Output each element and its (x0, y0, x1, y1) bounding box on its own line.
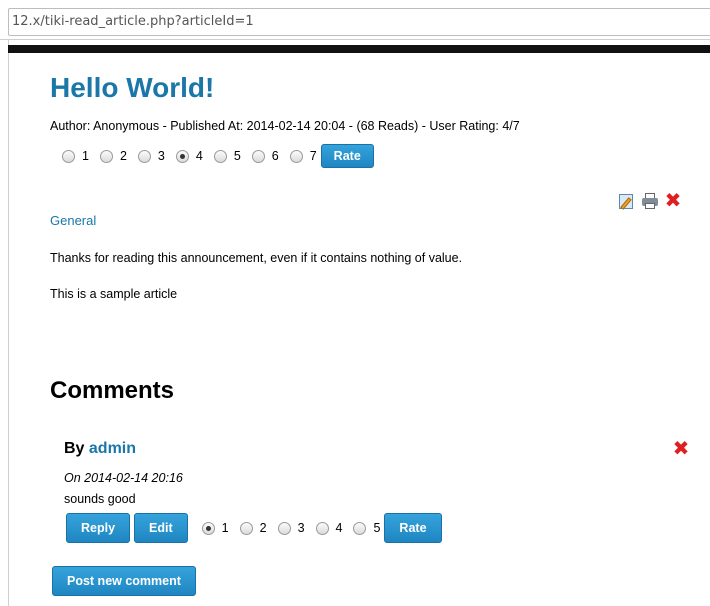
rating-option-7[interactable]: 7 (289, 149, 317, 163)
article-meta: Author: Anonymous - Published At: 2014-0… (50, 119, 520, 133)
radio-button[interactable] (213, 149, 227, 163)
header-bar (8, 45, 710, 53)
comment-date: On 2014-02-14 20:16 (64, 471, 183, 485)
article-body-text: This is a sample article (50, 287, 178, 301)
article-actions: ✖ (618, 191, 682, 211)
post-new-comment-button[interactable]: Post new comment (52, 566, 196, 596)
comments-heading: Comments (50, 377, 175, 404)
comment-rating-group: 1 2 3 4 5 Rate (201, 513, 446, 543)
radio-button[interactable] (239, 521, 253, 535)
article-title[interactable]: Hello World! (50, 72, 214, 104)
rating-option-1[interactable]: 1 (62, 149, 89, 163)
radio-button[interactable] (315, 521, 329, 535)
article-category-link[interactable]: General (50, 213, 96, 228)
rate-article-button[interactable]: Rate (320, 144, 374, 168)
radio-button-selected[interactable] (201, 521, 215, 535)
rating-option-3[interactable]: 3 (137, 149, 165, 163)
browser-address-bar: 12.x/tiki-read_article.php?articleId=1 (0, 0, 710, 40)
rate-comment-button[interactable]: Rate (384, 513, 442, 543)
url-field[interactable]: 12.x/tiki-read_article.php?articleId=1 (8, 8, 710, 36)
article-heading-text: Thanks for reading this announcement, ev… (50, 251, 463, 265)
rating-option-4[interactable]: 4 (175, 149, 203, 163)
comment-author-link[interactable]: admin (89, 440, 136, 457)
print-icon[interactable] (641, 192, 659, 210)
rating-option-5[interactable]: 5 (213, 149, 241, 163)
radio-button-selected[interactable] (175, 149, 189, 163)
edit-icon[interactable] (618, 192, 636, 210)
comment-author-line: By admin (64, 440, 137, 457)
radio-button[interactable] (251, 149, 265, 163)
comment-rating-option-3[interactable]: 3 (277, 521, 305, 535)
rating-option-6[interactable]: 6 (251, 149, 279, 163)
comment-rating-option-4[interactable]: 4 (315, 521, 342, 535)
article-rating-group: 1 2 3 4 5 6 7 Rate (62, 144, 374, 168)
url-text: 12.x/tiki-read_article.php?articleId=1 (12, 14, 254, 29)
delete-icon[interactable]: ✖ (664, 191, 682, 211)
reply-button[interactable]: Reply (66, 513, 131, 543)
comment-rating-option-2[interactable]: 2 (239, 521, 267, 535)
radio-button[interactable] (137, 149, 151, 163)
comment-rating-option-5[interactable]: 5 (353, 521, 380, 535)
edit-comment-button[interactable]: Edit (134, 513, 188, 543)
comment-text: sounds good (64, 492, 136, 506)
rating-option-2[interactable]: 2 (99, 149, 127, 163)
radio-button[interactable] (277, 521, 291, 535)
comment-actions: Reply Edit 1 2 3 4 5 Rate (66, 513, 446, 543)
radio-button[interactable] (353, 521, 367, 535)
radio-button[interactable] (289, 149, 303, 163)
comment-rating-option-1[interactable]: 1 (201, 521, 229, 535)
radio-button[interactable] (62, 149, 75, 163)
page-left-border (8, 40, 9, 606)
comment-delete-icon[interactable]: ✖ (672, 439, 690, 459)
radio-button[interactable] (99, 149, 113, 163)
